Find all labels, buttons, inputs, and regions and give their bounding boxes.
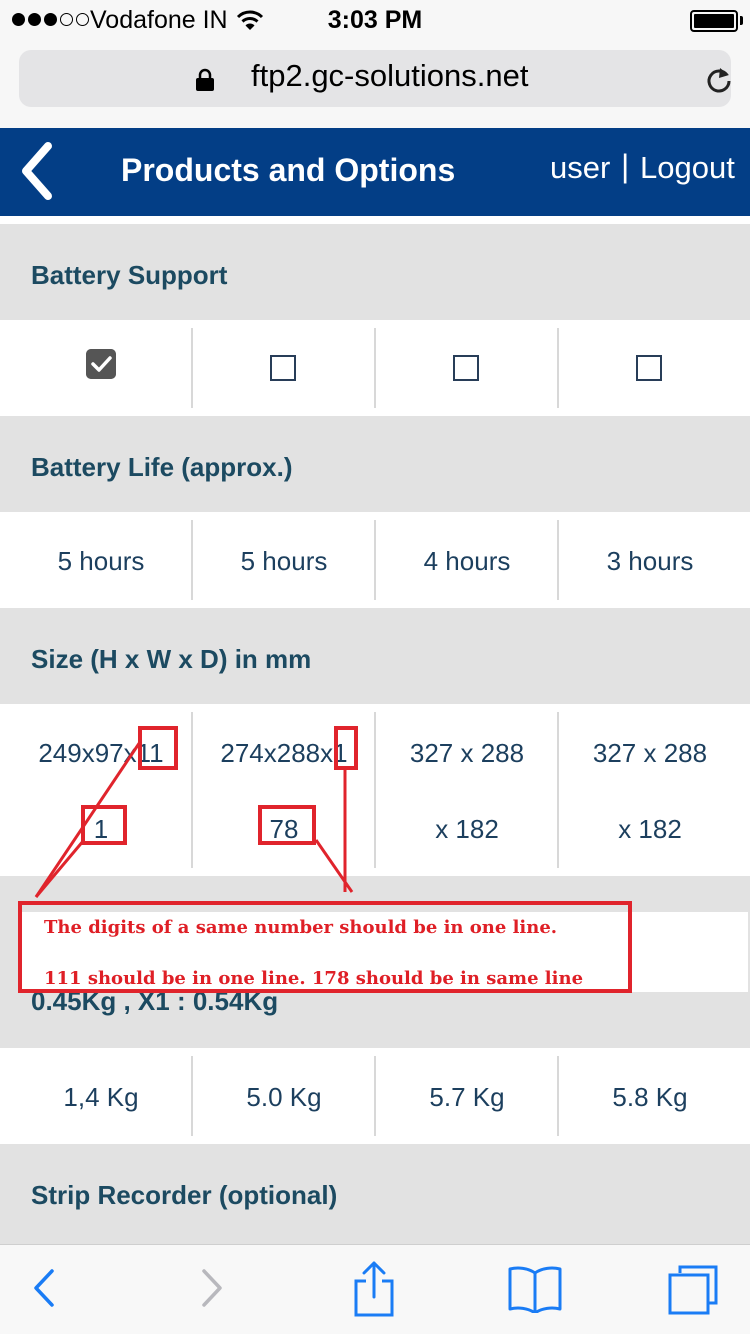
forward-icon[interactable]	[196, 1263, 226, 1313]
back-icon[interactable]	[30, 1263, 60, 1313]
browser-toolbar	[0, 1244, 750, 1334]
annotation-arrows	[34, 741, 354, 898]
share-icon[interactable]	[352, 1259, 396, 1317]
bookmarks-icon[interactable]	[506, 1265, 564, 1313]
tabs-icon[interactable]	[666, 1263, 720, 1315]
